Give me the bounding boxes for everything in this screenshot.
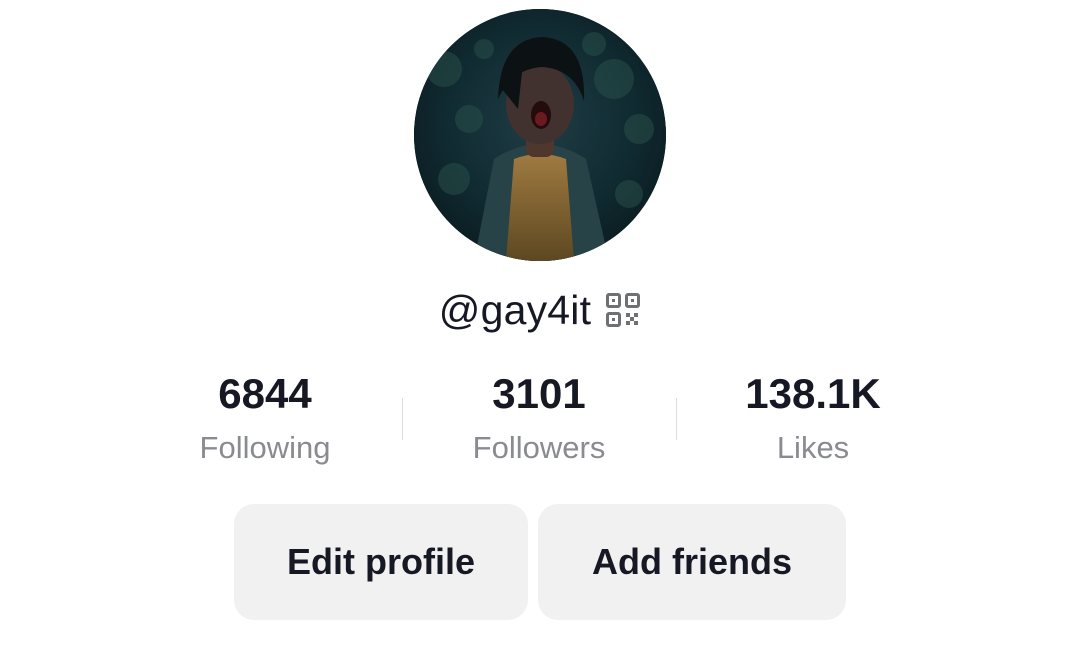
username-row: @gay4it [0,284,1080,336]
stat-likes[interactable]: 138.1K Likes [676,366,950,474]
likes-label: Likes [776,430,850,465]
qr-code-icon[interactable] [605,292,641,328]
username: @gay4it [438,286,592,333]
edit-profile-button[interactable]: Edit profile [234,504,528,620]
following-label: Following [199,430,331,465]
profile-header: @gay4it 6844 Following 3101 Followers 13… [0,0,1080,650]
followers-label: Followers [472,430,606,465]
stat-following[interactable]: 6844 Following [128,366,402,474]
followers-count: 3101 [492,370,586,417]
add-friends-button[interactable]: Add friends [538,504,846,620]
stat-followers[interactable]: 3101 Followers [402,366,676,474]
avatar-image [414,9,666,261]
avatar[interactable] [414,9,666,261]
following-count: 6844 [218,370,312,417]
stats-bar: 6844 Following 3101 Followers 138.1K Lik… [128,366,952,476]
likes-count: 138.1K [745,370,881,417]
